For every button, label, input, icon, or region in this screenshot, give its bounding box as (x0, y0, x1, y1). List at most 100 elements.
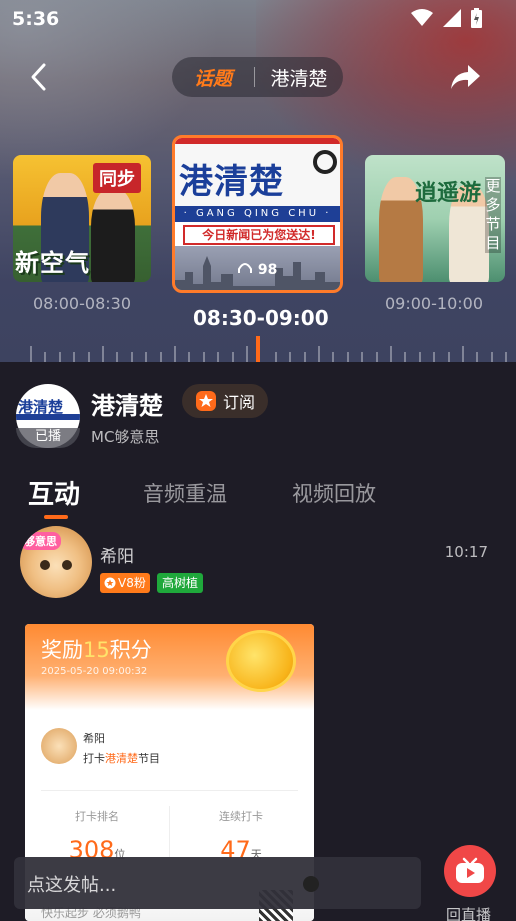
divider (41, 790, 298, 791)
signal-icon (443, 9, 461, 27)
avatar-eye (62, 560, 72, 570)
rank-label: 打卡排名 (75, 810, 119, 823)
more-programs-link[interactable]: 更多节目 (485, 177, 501, 253)
ruler-tick (433, 352, 436, 362)
tree-badge: 高树植 (157, 573, 204, 593)
program-card-current[interactable]: 港清楚 · GANG QING CHU · 今日新闻已为您送达! 98 (172, 135, 343, 293)
ruler-tick (87, 352, 90, 362)
ruler-tick (303, 352, 306, 362)
avatar-strip (16, 414, 80, 420)
ruler-tick (174, 346, 176, 362)
ruler-tick (188, 352, 191, 362)
listen-count-value: 98 (257, 262, 278, 278)
listen-count: 98 (237, 261, 277, 278)
post-composer-input[interactable]: 点这发帖... (14, 857, 421, 909)
status-icons (411, 8, 482, 28)
avatar[interactable]: 够意思 (20, 526, 92, 598)
cover-bar (175, 138, 340, 144)
ruler-tick (246, 346, 248, 362)
ruler-tick (447, 352, 450, 362)
card-cover-text: 逍遥游 (415, 181, 482, 206)
ruler-tick (116, 352, 119, 362)
cover-logo: 港清楚 (179, 162, 284, 202)
star-badge-icon (195, 391, 216, 411)
checkin-suffix: 节目 (138, 752, 160, 765)
ruler-tick (361, 352, 364, 362)
battery-icon (471, 8, 482, 28)
headphones-icon (238, 263, 252, 273)
host-name: MC够意思 (91, 428, 160, 446)
reward-username: 希阳 (83, 732, 105, 745)
back-to-live-label[interactable]: 回直播 (446, 904, 491, 921)
reward-user-avatar (41, 728, 77, 764)
ruler-tick (202, 352, 205, 362)
tab-interaction[interactable]: 互动 (28, 474, 80, 511)
card-cover-text: 新空气 (15, 249, 90, 277)
post-timestamp: 10:17 (444, 543, 488, 561)
ruler-tick (44, 352, 47, 362)
ruler-tick (274, 352, 277, 362)
tab-underline (44, 515, 68, 519)
avatar-sticker: 够意思 (20, 532, 61, 550)
tv-play-icon (456, 857, 484, 883)
show-info: 港清楚 已播 港清楚 订阅 MC够意思 (0, 362, 516, 462)
title-pill: 话题 港清楚 (172, 57, 343, 97)
avatar-eye (40, 560, 50, 570)
slot-time-previous: 08:00-08:30 (33, 294, 131, 313)
ruler-tick (346, 352, 349, 362)
slot-time-current: 08:30-09:00 (193, 306, 329, 330)
ruler-tick (490, 352, 493, 362)
time-ruler[interactable] (0, 336, 516, 362)
tab-audio-replay[interactable]: 音频重温 (143, 478, 227, 508)
ruler-tick (375, 352, 378, 362)
share-button[interactable] (448, 61, 482, 93)
ruler-tick (476, 352, 479, 362)
time-ruler-indicator (256, 336, 260, 362)
coin-icon (226, 630, 296, 692)
show-name: 港清楚 (91, 392, 163, 420)
ruler-tick (145, 352, 148, 362)
ruler-tick (30, 346, 32, 362)
back-to-live-button[interactable] (444, 845, 496, 897)
reward-title-suffix: 积分 (109, 638, 152, 662)
checkin-prefix: 打卡 (83, 752, 105, 765)
streak-label: 连续打卡 (219, 810, 263, 823)
ruler-tick (318, 346, 320, 362)
ruler-tick (390, 346, 392, 362)
tab-video-replay[interactable]: 视频回放 (292, 478, 376, 508)
cover-banner: 今日新闻已为您送达! (183, 225, 335, 245)
chevron-left-icon (31, 63, 46, 91)
ruler-tick (102, 346, 104, 362)
magnifier-icon (313, 150, 337, 174)
post-username[interactable]: 希阳 (100, 542, 134, 567)
reward-points: 15 (83, 638, 110, 662)
program-card-previous[interactable]: 同步 新空气 (13, 155, 151, 282)
cover-pinyin: · GANG QING CHU · (175, 206, 340, 222)
fan-level-label: V8粉 (118, 576, 146, 590)
status-bar: 5:36 (0, 0, 516, 40)
fan-level-badge: V8粉 (100, 573, 150, 593)
wifi-icon (411, 9, 433, 26)
status-time: 5:36 (12, 8, 60, 30)
hero-header: 5:36 话题 港清楚 同步 新空气 港清楚 · GANG QING CHU · (0, 0, 516, 362)
ruler-tick (73, 352, 76, 362)
card-tag: 同步 (93, 163, 141, 193)
ruler-tick (130, 352, 133, 362)
slot-time-next: 09:00-10:00 (385, 294, 483, 313)
topic-tag[interactable]: 话题 (172, 64, 254, 91)
subscribe-button[interactable]: 订阅 (182, 384, 268, 418)
content-tabs: 互动 音频重温 视频回放 (0, 474, 516, 524)
ruler-tick (289, 352, 292, 362)
ruler-tick (418, 352, 421, 362)
ruler-tick (404, 352, 407, 362)
back-button[interactable] (24, 61, 56, 93)
checkin-show: 港清楚 (105, 752, 138, 765)
ruler-tick (231, 352, 234, 362)
subscribe-label: 订阅 (222, 393, 255, 412)
program-card-next[interactable]: 逍遥游 更多节目 (365, 155, 505, 282)
reward-title: 奖励15积分 (41, 634, 152, 664)
ruler-tick (505, 352, 508, 362)
host-figure (91, 189, 135, 282)
reward-date: 2025-05-20 09:00:32 (41, 666, 148, 677)
reward-checkin-text: 打卡港清楚节目 (83, 750, 160, 766)
